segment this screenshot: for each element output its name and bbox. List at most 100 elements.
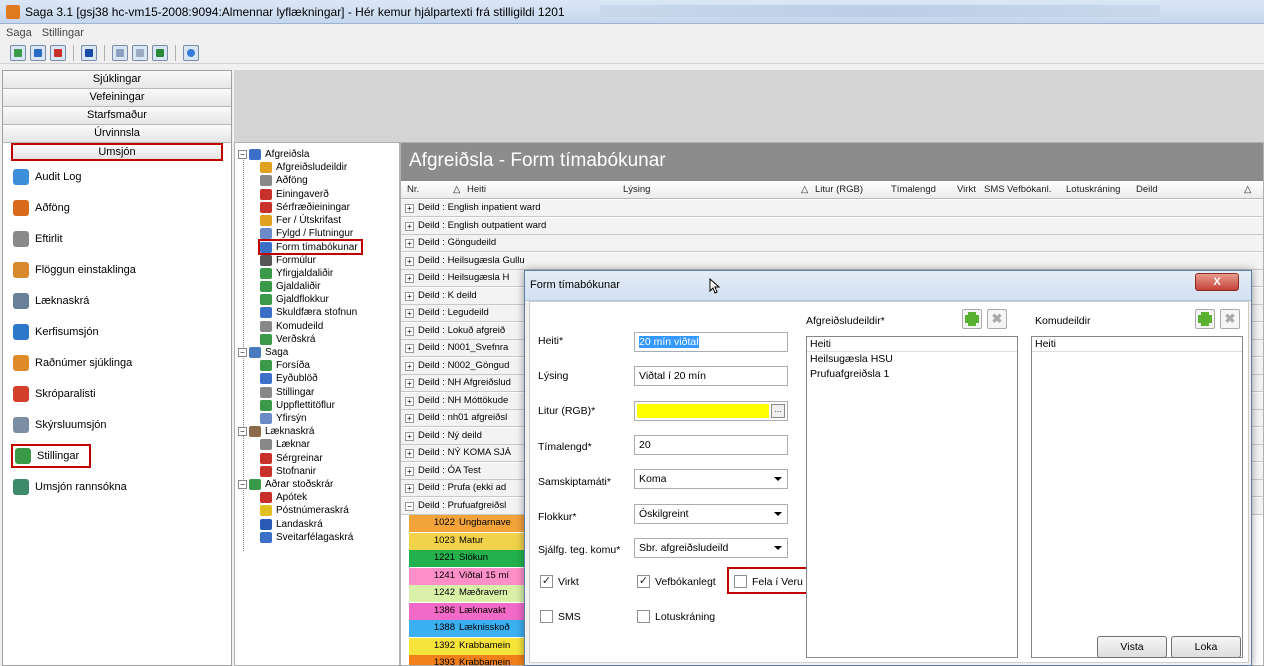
tree-node-2[interactable]: Aðföng	[260, 174, 308, 187]
expand-icon[interactable]: +	[405, 449, 414, 458]
collapse-icon[interactable]: −	[238, 348, 247, 357]
loka-button[interactable]: Loka	[1171, 636, 1241, 658]
list-item[interactable]: Prufuafgreiðsla 1	[807, 367, 1017, 382]
table-row[interactable]: 1242 Mæðravern	[409, 585, 529, 602]
vefbokanlegt-checkbox[interactable]: ✓ Vefbókanlegt	[637, 575, 716, 588]
tree-node-6[interactable]: Fylgd / Flutningur	[260, 227, 353, 240]
grid-icon[interactable]	[112, 44, 128, 61]
samskiptamati-select[interactable]: Koma	[634, 469, 788, 489]
color-picker-button[interactable]: ...	[771, 404, 785, 418]
refresh-icon[interactable]	[183, 44, 199, 61]
nav-item-6[interactable]: Raðnúmer sjúklinga	[3, 347, 231, 378]
table-row[interactable]: 1022 Ungbarnave	[409, 515, 529, 532]
sms-checkbox[interactable]: SMS	[540, 610, 581, 623]
expand-icon[interactable]: +	[405, 204, 414, 213]
col-heiti[interactable]: Heiti	[467, 184, 486, 195]
expand-icon[interactable]: +	[405, 239, 414, 248]
collapse-icon[interactable]: −	[238, 427, 247, 437]
tree-node-15[interactable]: − Saga	[238, 346, 288, 359]
group-row[interactable]: + Deild : Göngudeild	[401, 235, 1263, 252]
tree-node-10[interactable]: Gjaldaliðir	[260, 280, 320, 293]
checkbox-box[interactable]	[637, 610, 650, 623]
nav-header-umsjon[interactable]: Umsjón	[11, 143, 223, 161]
list-header[interactable]: Heiti	[1032, 337, 1242, 352]
close-window-icon[interactable]	[50, 44, 66, 61]
nav-item-10[interactable]: Umsjón rannsókna	[3, 471, 231, 502]
tree-node-9[interactable]: Yfirgjaldaliðir	[260, 267, 333, 280]
lotuskraning-checkbox[interactable]: Lotuskráning	[637, 610, 715, 623]
checkbox-box[interactable]: ✓	[540, 575, 553, 588]
tree-node-19[interactable]: Uppflettitöflur	[260, 399, 335, 412]
list-header[interactable]: Heiti	[807, 337, 1017, 352]
expand-icon[interactable]: −	[405, 501, 414, 511]
expand-icon[interactable]: +	[405, 361, 414, 371]
nav-item-8[interactable]: Skýrsluumsjón	[3, 409, 231, 440]
tree-node-28[interactable]: Landaskrá	[260, 518, 323, 531]
lysing-input[interactable]: Viðtal í 20 mín	[634, 366, 788, 386]
tree-node-5[interactable]: Fer / Útskrifast	[260, 214, 341, 227]
nav-item-4[interactable]: Læknaskrá	[3, 285, 231, 316]
print-preview-icon[interactable]	[132, 44, 148, 61]
nav-item-7[interactable]: Skróparalisti	[3, 378, 231, 409]
komudeildir-list[interactable]: Heiti	[1031, 336, 1243, 658]
col-vefbokanl[interactable]: Vefbókanl.	[1007, 184, 1051, 195]
sjalfg-teg-komu-select[interactable]: Sbr. afgreiðsludeild	[634, 538, 788, 558]
expand-icon[interactable]: +	[405, 484, 414, 493]
timalengd-input[interactable]: 20	[634, 435, 788, 455]
nav-item-3[interactable]: Flöggun einstaklinga	[3, 254, 231, 285]
heiti-input[interactable]: 20 mín viðtal	[634, 332, 788, 352]
table-row[interactable]: 1392 Krabbamein	[409, 637, 529, 655]
nav-item-2[interactable]: Eftirlit	[3, 223, 231, 254]
nav-item-1[interactable]: Aðföng	[3, 192, 231, 223]
menu-stillingar[interactable]: Stillingar	[42, 27, 84, 39]
table-row[interactable]: 1023 Matur	[409, 532, 529, 550]
tree-node-0[interactable]: − Afgreiðsla	[238, 148, 309, 161]
col-litur[interactable]: Litur (RGB)	[815, 184, 863, 195]
add-komudeild-button[interactable]	[1195, 309, 1215, 329]
list-item[interactable]: Heilsugæsla HSU	[807, 352, 1017, 367]
tree-node-1[interactable]: Afgreiðsludeildir	[260, 161, 347, 174]
tree-node-26[interactable]: Apótek	[260, 491, 307, 504]
table-row[interactable]: 1241 Viðtal 15 mí	[409, 567, 529, 585]
tree-node-29[interactable]: Sveitarfélagaskrá	[260, 531, 353, 544]
tree-node-20[interactable]: Yfirsýn	[260, 412, 307, 425]
tree-node-4[interactable]: Sérfræðieiningar	[260, 201, 350, 214]
excel-export-icon[interactable]	[152, 44, 168, 61]
table-row[interactable]: 1386 Læknavakt	[409, 602, 529, 620]
litur-input[interactable]: ...	[634, 401, 788, 421]
nav-header-starfsmadur[interactable]: Starfsmaður	[3, 107, 231, 125]
nav-item-5[interactable]: Kerfisumsjón	[3, 316, 231, 347]
col-lotuskraning[interactable]: Lotuskráning	[1066, 184, 1120, 195]
dialog-close-button[interactable]: X	[1195, 273, 1239, 291]
expand-icon[interactable]: +	[405, 431, 414, 441]
col-sms[interactable]: SMS	[984, 184, 1005, 195]
col-lysing[interactable]: Lýsing	[623, 184, 650, 195]
remove-komudeild-button[interactable]: ✖	[1220, 309, 1240, 329]
expand-icon[interactable]: +	[405, 466, 414, 476]
expand-icon[interactable]: +	[405, 291, 414, 301]
flokkur-select[interactable]: Óskilgreint	[634, 504, 788, 524]
col-timalengd[interactable]: Tímalengd	[891, 184, 936, 195]
table-row[interactable]: 1221 Slökun	[409, 550, 529, 567]
expand-icon[interactable]: +	[405, 221, 414, 231]
nav-header-urvinnsla[interactable]: Úrvinnsla	[3, 125, 231, 143]
tree-node-12[interactable]: Skuldfæra stofnun	[260, 306, 357, 319]
nav-item-0[interactable]: Audit Log	[3, 161, 231, 192]
virkt-checkbox[interactable]: ✓ Virkt	[540, 575, 579, 588]
nav-item-9[interactable]: Stillingar	[11, 444, 91, 468]
menu-saga[interactable]: Saga	[6, 27, 32, 39]
new-window-icon[interactable]	[10, 44, 26, 61]
group-row[interactable]: + Deild : Heilsugæsla Gullu	[401, 252, 1263, 270]
group-row[interactable]: + Deild : English outpatient ward	[401, 217, 1263, 235]
add-afgreidsludeild-button[interactable]	[962, 309, 982, 329]
expand-icon[interactable]: +	[405, 274, 414, 283]
expand-icon[interactable]: +	[405, 344, 414, 353]
expand-icon[interactable]: +	[405, 256, 414, 266]
col-deild[interactable]: Deild	[1136, 184, 1158, 195]
tree-node-24[interactable]: Stofnanir	[260, 465, 316, 478]
nav-header-vefeiningar[interactable]: Vefeiningar	[3, 89, 231, 107]
col-nr[interactable]: Nr.	[407, 184, 419, 195]
tree-node-25[interactable]: − Aðrar stoðskrár	[238, 478, 333, 491]
tree-node-23[interactable]: Sérgreinar	[260, 452, 323, 465]
tree-node-13[interactable]: Komudeild	[260, 320, 323, 333]
